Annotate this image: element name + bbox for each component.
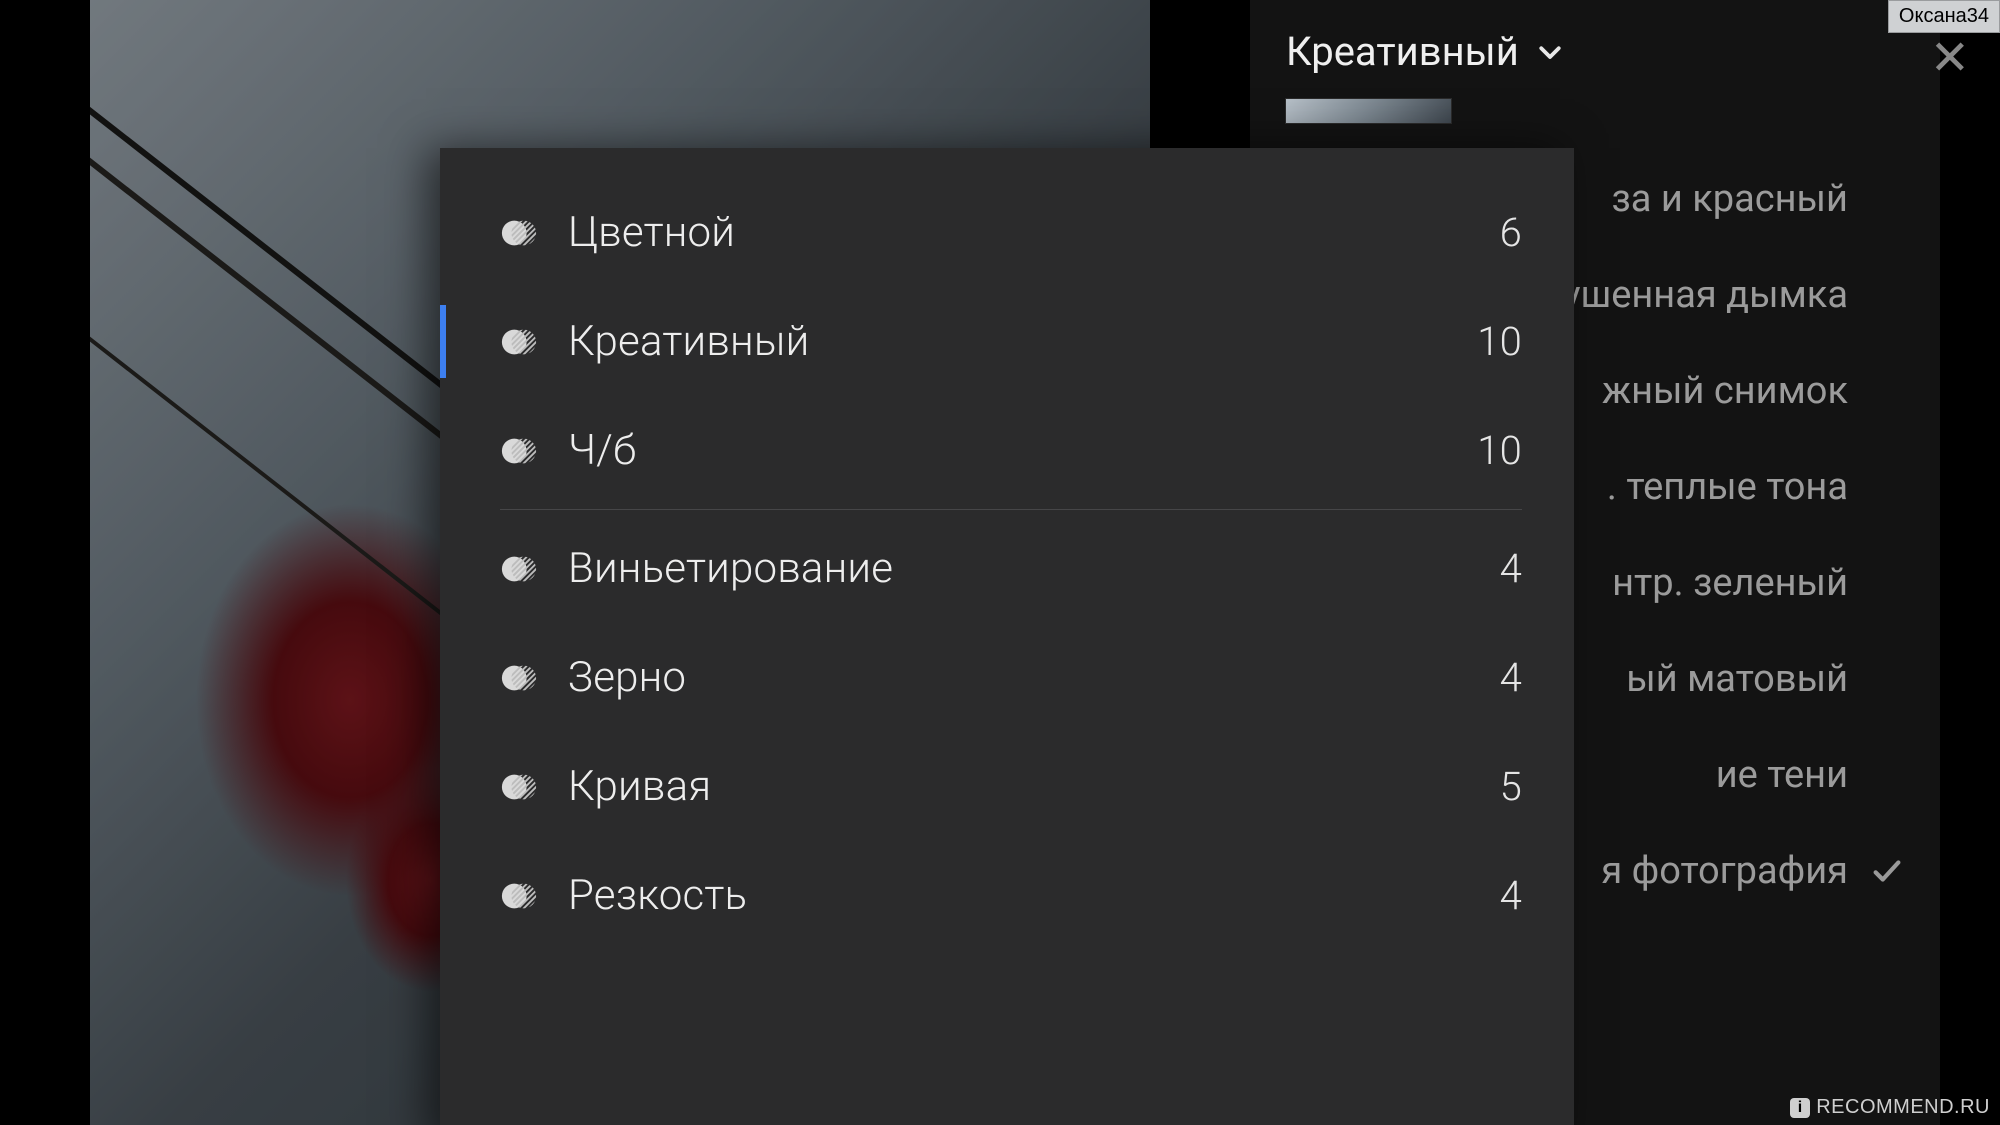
preset-category-icon (500, 550, 538, 588)
presets-category-dropdown[interactable]: Креативный (1250, 0, 1940, 99)
check-icon (1870, 854, 1904, 888)
category-label: Кривая (568, 762, 1500, 811)
category-item[interactable]: Кривая 5 (440, 732, 1574, 841)
preset-label: ушенная дымка (1563, 273, 1848, 317)
category-count: 5 (1500, 763, 1522, 810)
category-item[interactable]: Виньетирование 4 (440, 514, 1574, 623)
category-count: 4 (1500, 872, 1522, 919)
preset-category-icon (500, 768, 538, 806)
preset-thumbnail[interactable] (1286, 99, 1451, 123)
category-label: Зерно (568, 653, 1500, 702)
preset-label: . теплые тона (1607, 465, 1848, 509)
preset-category-icon (500, 877, 538, 915)
preset-label: ие тени (1716, 753, 1848, 797)
category-count: 10 (1477, 318, 1522, 365)
site-watermark-text: RECOMMEND.RU (1816, 1096, 1990, 1119)
category-count: 10 (1477, 427, 1522, 474)
preset-category-icon (500, 323, 538, 361)
preset-label: жный снимок (1602, 369, 1848, 413)
category-item[interactable]: Резкость 4 (440, 841, 1574, 950)
preset-label: я фотография (1601, 849, 1848, 893)
category-item[interactable]: Креативный 10 (440, 287, 1574, 396)
category-label: Резкость (568, 871, 1500, 920)
preset-label: ый матовый (1626, 657, 1848, 701)
category-count: 4 (1500, 654, 1522, 701)
preset-label: нтр. зеленый (1612, 561, 1848, 605)
preset-label: за и красный (1611, 177, 1848, 221)
category-label: Креативный (568, 317, 1477, 366)
site-watermark: i RECOMMEND.RU (1790, 1096, 1990, 1119)
preset-category-icon (500, 214, 538, 252)
category-separator (500, 509, 1522, 510)
category-popup: Цветной 6 Креативный 10 Ч/б 10 Виньетиро… (440, 148, 1574, 1125)
category-list: Цветной 6 Креативный 10 Ч/б 10 Виньетиро… (440, 178, 1574, 950)
category-item[interactable]: Цветной 6 (440, 178, 1574, 287)
preset-category-icon (500, 432, 538, 470)
site-watermark-icon: i (1790, 1098, 1810, 1118)
preset-category-icon (500, 659, 538, 697)
category-count: 4 (1500, 545, 1522, 592)
category-label: Виньетирование (568, 544, 1500, 593)
category-item[interactable]: Ч/б 10 (440, 396, 1574, 505)
category-item[interactable]: Зерно 4 (440, 623, 1574, 732)
category-count: 6 (1500, 209, 1522, 256)
category-label: Цветной (568, 208, 1500, 257)
close-icon[interactable]: ✕ (1930, 34, 1970, 82)
category-label: Ч/б (568, 426, 1477, 475)
username-watermark: Оксана34 (1888, 0, 2000, 33)
chevron-down-icon (1535, 37, 1565, 67)
presets-category-title: Креативный (1286, 28, 1519, 75)
